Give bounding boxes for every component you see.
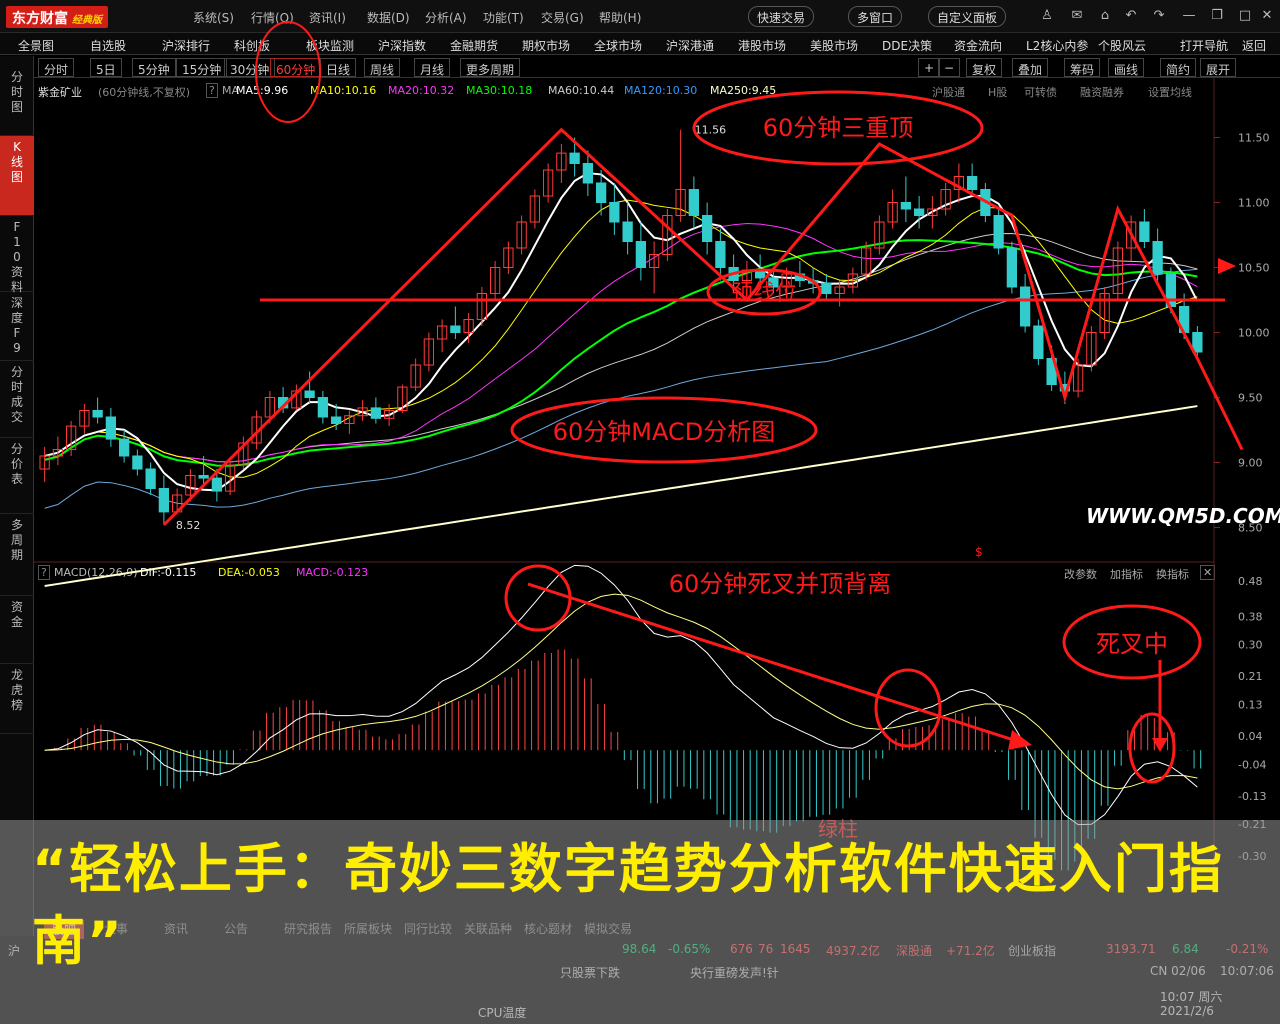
macd-second-top-circle (874, 668, 942, 748)
title-banner: “轻松上手：奇妙三数字趋势分析软件快速入门指南” (0, 820, 1280, 1024)
candle-body (966, 176, 978, 190)
candle-body (595, 182, 607, 203)
neckline-label: 颈线位 (731, 281, 797, 306)
candle-body (609, 202, 620, 223)
high-label: 11.56 (695, 124, 727, 137)
price-tick-label: 9.00 (1238, 457, 1263, 470)
candle-body (688, 189, 700, 216)
death-cross-label: 60分钟死叉并顶背离 (669, 570, 892, 598)
price-tick-label: 10.00 (1238, 327, 1270, 340)
candle-body (1019, 286, 1031, 327)
candle-body (582, 163, 594, 184)
candle-body (1006, 247, 1018, 288)
low-label: 8.52 (176, 519, 201, 532)
candle-body (1152, 241, 1163, 275)
candle-body (900, 202, 912, 210)
banner-text: “轻松上手：奇妙三数字趋势分析软件快速入门指南” (32, 839, 1224, 972)
price-tick-label: 10.50 (1238, 262, 1270, 275)
candle-body (92, 410, 103, 418)
candle-body (1033, 325, 1044, 359)
candle-body (198, 475, 209, 479)
candle-body (450, 325, 461, 333)
macd-tick-label: -0.04 (1238, 758, 1266, 771)
candle-body (913, 208, 925, 216)
candle-body (145, 468, 156, 489)
candle-body (821, 282, 832, 295)
price-tick-label: 11.00 (1238, 197, 1270, 210)
in-death-cross-label: 死叉中 (1096, 630, 1168, 658)
candle-body (993, 215, 1004, 249)
candle-body (105, 416, 117, 440)
candle-body (622, 221, 633, 242)
triple-top-label: 60分钟三重顶 (763, 114, 914, 142)
candle-body (211, 477, 223, 492)
small-marker: $ (975, 545, 983, 559)
candle-body (118, 438, 130, 457)
candle-body (635, 241, 647, 268)
candle-body (715, 241, 726, 268)
macd-tick-label: 0.48 (1238, 575, 1263, 588)
candle-body (317, 397, 329, 418)
candle-body (158, 488, 170, 513)
candle-body (330, 416, 342, 424)
watermark: WWW.QM5D.COM (1086, 504, 1280, 528)
macd-chart-label: 60分钟MACD分析图 (553, 418, 775, 446)
candle-body (370, 407, 382, 419)
macd-tick-label: 0.04 (1238, 730, 1263, 743)
candle-body (132, 455, 143, 470)
period-highlight-ellipse (255, 21, 321, 123)
macd-tick-label: 0.13 (1238, 698, 1263, 711)
dif-line (44, 564, 1198, 826)
candle-body (701, 215, 713, 242)
price-tick-label: 9.50 (1238, 392, 1263, 405)
macd-tick-label: 0.38 (1238, 610, 1263, 623)
candle-body (304, 390, 315, 398)
divergence-arrowhead (1008, 730, 1032, 750)
macd-tick-label: -0.13 (1238, 790, 1266, 803)
dea-line (44, 593, 1198, 790)
trend-zigzag (162, 127, 1244, 526)
price-tick-label: 11.50 (1238, 132, 1270, 145)
candle-body (1139, 221, 1150, 242)
macd-tick-label: 0.30 (1238, 638, 1263, 651)
neckline-arrowhead (1218, 258, 1236, 274)
candle-body (569, 152, 580, 165)
macd-tick-label: 0.21 (1238, 670, 1263, 683)
candle-body (1192, 332, 1203, 353)
